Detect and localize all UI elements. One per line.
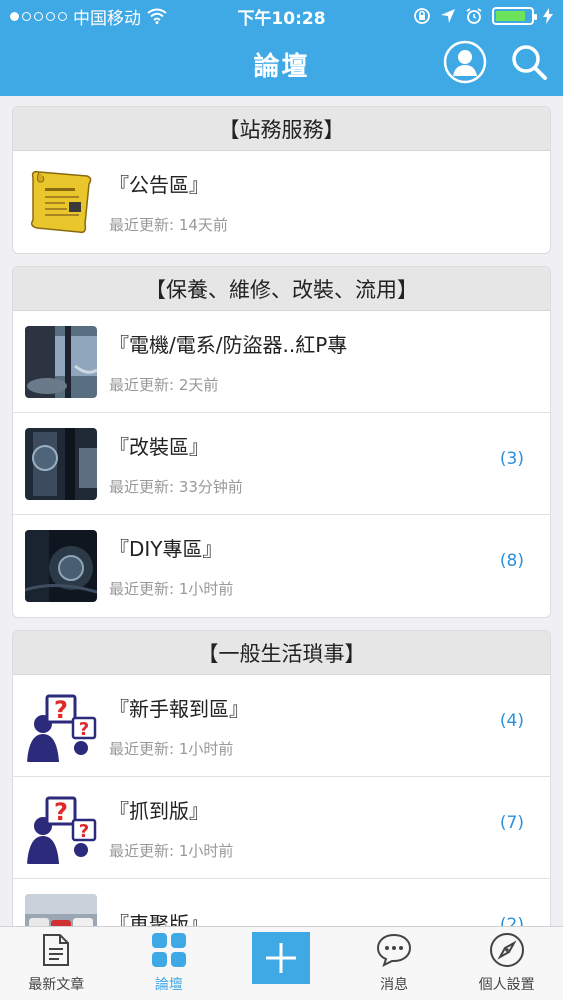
plus-icon — [266, 943, 297, 973]
forum-row-caught[interactable]: ? ? 『抓到版』 最近更新: 1小时前 (7) — [13, 777, 550, 879]
location-icon — [441, 9, 455, 23]
car-thumbnail — [25, 325, 97, 398]
post-count-badge: (4) — [499, 711, 524, 731]
car-meetup-thumbnail — [25, 894, 97, 926]
last-updated: 最近更新: 14天前 — [109, 216, 228, 234]
section-header: 【保養、維修、改裝、流用】 — [13, 267, 550, 311]
post-count-badge: (8) — [499, 551, 524, 571]
grid-icon — [151, 933, 186, 967]
forum-title: 『改裝區』 — [109, 434, 209, 459]
post-count-badge: (7) — [499, 813, 524, 833]
tab-latest-posts[interactable]: 最新文章 — [0, 927, 113, 1000]
last-updated: 最近更新: 1小时前 — [109, 841, 234, 860]
nav-bar: 論壇 — [0, 32, 563, 96]
forum-row-diy[interactable]: 『DIY專區』 最近更新: 1小时前 (8) — [13, 515, 550, 617]
tab-bar: 最新文章 論壇 消息 個人設置 — [0, 926, 563, 1000]
forum-title: 『車聚版』 — [109, 911, 209, 927]
forum-title: 『電機/電系/防盜器..紅P專 — [109, 332, 348, 357]
forum-title: 『抓到版』 — [109, 798, 209, 823]
forum-row-newcomers[interactable]: ? ? 『新手報到區』 最近更新: 1小时前 (4) — [13, 675, 550, 777]
tab-label: 論壇 — [154, 977, 183, 993]
svg-text:?: ? — [79, 719, 89, 740]
status-bar: 中国移动 下午10:28 — [0, 0, 563, 32]
section-header: 【站務服務】 — [13, 107, 550, 151]
last-updated: 最近更新: 33分钟前 — [109, 477, 243, 496]
new-post-button[interactable] — [252, 932, 311, 984]
tab-label: 最新文章 — [28, 977, 85, 993]
car-thumbnail — [25, 530, 97, 602]
profile-icon[interactable] — [443, 40, 487, 84]
question-person-thumbnail: ? ? — [25, 689, 97, 762]
carrier-label: 中国移动 — [73, 8, 141, 29]
forum-row-announcements[interactable]: 『公告區』 最近更新: 14天前 — [13, 151, 550, 253]
post-count-badge: (3) — [499, 449, 524, 469]
tab-label: 個人設置 — [478, 977, 535, 993]
section-daily-life: 【一般生活瑣事】 ? ? 『新手報到區』 最近更新: 1小时前 (4) ? ? … — [12, 630, 551, 926]
question-person-thumbnail: ? ? — [25, 791, 97, 864]
forum-row-car-meetup[interactable]: 『車聚版』 (2) — [13, 879, 550, 926]
post-count-badge: (2) — [499, 915, 524, 926]
tab-messages[interactable]: 消息 — [338, 927, 451, 1000]
alarm-icon — [466, 8, 482, 24]
chat-bubble-icon — [377, 933, 412, 967]
forum-row-modification[interactable]: 『改裝區』 最近更新: 33分钟前 (3) — [13, 413, 550, 515]
tab-settings[interactable]: 個人設置 — [450, 927, 563, 1000]
orientation-lock-icon — [414, 8, 430, 24]
section-site-services: 【站務服務】 『公告區』 最近更新: 14天前 — [12, 106, 551, 254]
document-icon — [43, 934, 70, 966]
svg-text:?: ? — [54, 798, 68, 826]
last-updated: 最近更新: 2天前 — [109, 375, 219, 394]
svg-text:?: ? — [54, 696, 68, 724]
tab-forum[interactable]: 論壇 — [113, 927, 226, 1000]
svg-text:?: ? — [79, 821, 89, 842]
forum-title: 『新手報到區』 — [109, 696, 249, 721]
forum-title: 『DIY專區』 — [109, 537, 223, 561]
last-updated: 最近更新: 1小时前 — [109, 739, 234, 758]
compass-icon — [489, 933, 524, 967]
charging-icon — [543, 8, 553, 24]
car-thumbnail — [25, 427, 97, 500]
forum-list: 【站務服務】 『公告區』 最近更新: 14天前 【保養、維修、改裝、流用】 『電… — [0, 96, 563, 926]
wifi-icon — [147, 8, 167, 24]
signal-icon — [10, 11, 67, 21]
top-bar: 中国移动 下午10:28 論壇 — [0, 0, 563, 96]
tab-new-post[interactable] — [225, 927, 338, 1000]
last-updated: 最近更新: 1小时前 — [109, 580, 234, 598]
forum-row-electrical[interactable]: 『電機/電系/防盜器..紅P專 最近更新: 2天前 — [13, 311, 550, 413]
forum-title: 『公告區』 — [109, 173, 209, 197]
battery-icon — [492, 7, 537, 25]
section-maintenance: 【保養、維修、改裝、流用】 『電機/電系/防盜器..紅P專 最近更新: 2天前 — [12, 266, 551, 618]
section-header: 【一般生活瑣事】 — [13, 631, 550, 675]
search-icon[interactable] — [509, 42, 549, 82]
tab-label: 消息 — [380, 977, 409, 993]
scroll-thumbnail — [25, 166, 97, 238]
page-title: 論壇 — [253, 51, 310, 82]
